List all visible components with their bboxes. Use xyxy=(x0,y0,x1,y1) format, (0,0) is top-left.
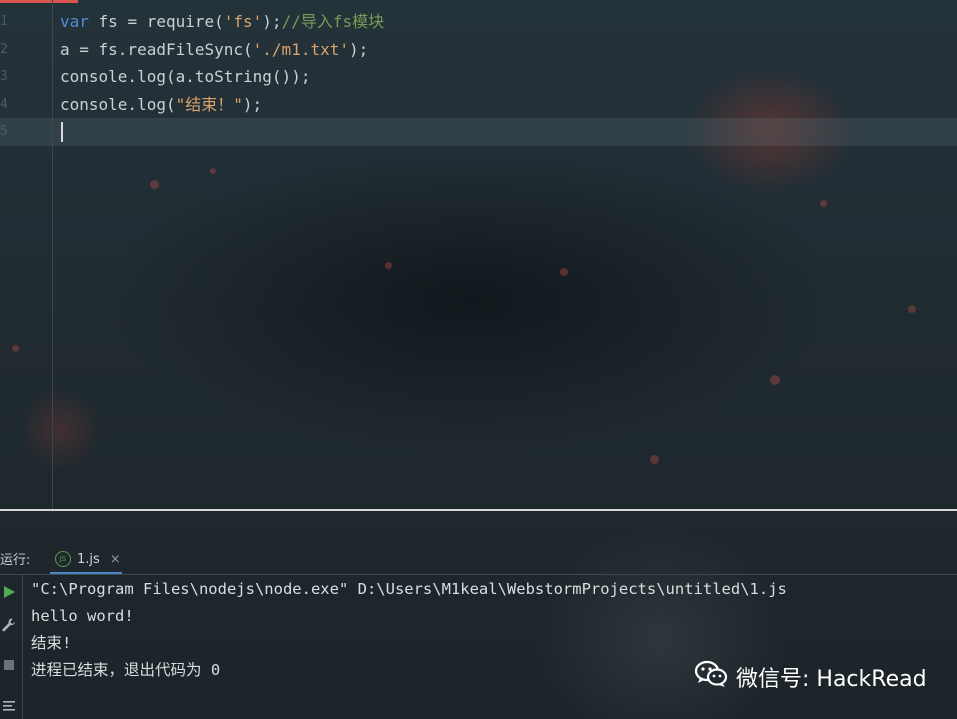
decor-speck xyxy=(908,305,916,313)
decor-speck xyxy=(150,180,159,189)
line-number: 3 xyxy=(0,69,8,84)
console-output-line: "C:\Program Files\nodejs\node.exe" D:\Us… xyxy=(31,580,787,598)
console-output-line: 结束! xyxy=(31,634,72,652)
nodejs-file-icon: JS xyxy=(55,551,71,567)
code-string: './m1.txt' xyxy=(252,40,349,59)
code-text: ); xyxy=(348,40,369,59)
decor-speck xyxy=(650,455,659,464)
decor-speck xyxy=(770,375,780,385)
panel-resize-divider[interactable] xyxy=(0,509,957,511)
current-line-highlight xyxy=(0,118,957,146)
run-header-separator xyxy=(0,574,957,575)
watermark-text: 微信号: HackRead xyxy=(736,667,927,692)
decor-speck xyxy=(210,168,216,174)
wechat-icon xyxy=(694,659,728,695)
wechat-watermark: 微信号: HackRead xyxy=(694,660,927,694)
run-panel-header: 运行: JS 1.js × xyxy=(0,544,957,575)
line-number: 2 xyxy=(0,42,8,57)
code-line[interactable]: var fs = require('fs');//导入fs模块 xyxy=(60,8,384,36)
code-comment: //导入fs模块 xyxy=(281,12,385,31)
code-line[interactable]: a = fs.readFileSync('./m1.txt'); xyxy=(60,36,368,64)
code-line[interactable]: console.log(a.toString()); xyxy=(60,63,310,91)
run-icon[interactable] xyxy=(0,583,18,601)
text-caret xyxy=(61,122,63,142)
line-number: 4 xyxy=(0,97,8,112)
code-text: a = fs.readFileSync( xyxy=(60,40,253,59)
code-text: ); xyxy=(262,12,282,31)
console-output-line: 进程已结束，退出代码为 0 xyxy=(31,661,221,679)
code-text: fs = require( xyxy=(88,12,224,31)
code-text: ); xyxy=(242,95,263,114)
line-number: 1 xyxy=(0,14,8,29)
decor-speck xyxy=(12,345,19,352)
toolbar-separator xyxy=(22,575,23,719)
wrench-icon[interactable] xyxy=(0,616,18,634)
console-output-line: hello word! xyxy=(31,607,134,625)
code-text: console.log( xyxy=(60,95,176,114)
close-icon[interactable]: × xyxy=(110,552,121,567)
line-number: 5 xyxy=(0,124,8,139)
gutter-separator xyxy=(52,0,53,510)
stop-icon[interactable] xyxy=(0,656,18,674)
run-tab-label: 1.js xyxy=(77,551,100,567)
decor-speck xyxy=(820,200,827,207)
code-string: 'fs' xyxy=(223,12,263,31)
active-tab-accent xyxy=(0,0,78,3)
run-tab-1js[interactable]: JS 1.js × xyxy=(55,546,121,572)
code-line[interactable]: console.log("结束！"); xyxy=(60,91,262,119)
code-keyword: var xyxy=(60,12,89,31)
code-string: "结束！" xyxy=(175,95,243,114)
code-text: console.log(a.toString()); xyxy=(60,67,311,86)
soft-wrap-icon[interactable] xyxy=(0,697,18,715)
run-panel-label: 运行: xyxy=(0,553,31,568)
decor-speck xyxy=(385,262,392,269)
decor-speck xyxy=(560,268,568,276)
